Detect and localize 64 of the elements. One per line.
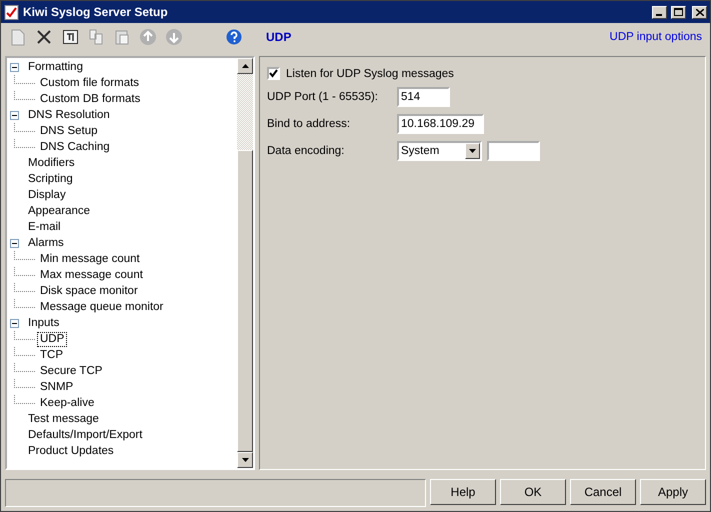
help-icon bbox=[226, 29, 242, 45]
tree-item[interactable]: Product Updates bbox=[25, 444, 117, 458]
close-icon bbox=[696, 8, 704, 16]
dialog-button[interactable]: Help bbox=[430, 479, 496, 505]
checkbox[interactable] bbox=[267, 67, 280, 80]
window-title: Kiwi Syslog Server Setup bbox=[23, 5, 169, 19]
field-label: Data encoding: bbox=[267, 145, 346, 157]
field-label: UDP Port (1 - 65535): bbox=[267, 91, 380, 103]
text-cursor-icon bbox=[62, 30, 78, 44]
scroll-up-button[interactable] bbox=[237, 58, 253, 74]
collapse-icon[interactable] bbox=[10, 238, 19, 248]
delete-icon bbox=[37, 30, 51, 44]
caret-icon bbox=[469, 149, 476, 153]
tree-item[interactable]: Alarms bbox=[25, 236, 67, 250]
tree-item[interactable]: Max message count bbox=[37, 268, 146, 282]
close-button[interactable] bbox=[692, 6, 707, 18]
copy-icon bbox=[89, 29, 103, 45]
checkbox-label: Listen for UDP Syslog messages bbox=[286, 68, 454, 80]
tree-item[interactable]: TCP bbox=[37, 348, 66, 362]
tree-item[interactable]: Keep-alive bbox=[37, 396, 98, 410]
tree-item[interactable]: Test message bbox=[25, 412, 102, 426]
tree-item[interactable]: DNS Setup bbox=[37, 124, 101, 138]
dialog-button[interactable]: Apply bbox=[640, 479, 706, 505]
tree-item[interactable]: DNS Caching bbox=[37, 140, 113, 154]
tree-item[interactable]: DNS Resolution bbox=[25, 108, 113, 122]
tree-item[interactable]: Custom file formats bbox=[37, 76, 142, 90]
field-label: Bind to address: bbox=[267, 118, 352, 130]
app-icon bbox=[4, 4, 19, 20]
tree-item[interactable]: SNMP bbox=[37, 380, 76, 394]
options-link[interactable]: UDP input options bbox=[610, 31, 702, 43]
scrollbar-thumb[interactable] bbox=[237, 150, 253, 452]
document-icon bbox=[11, 28, 25, 46]
tree-item[interactable]: Formatting bbox=[25, 60, 86, 74]
tree-item[interactable]: Scripting bbox=[25, 172, 76, 186]
tree-item[interactable]: Custom DB formats bbox=[37, 92, 144, 106]
tree-item[interactable]: Message queue monitor bbox=[37, 300, 166, 314]
tree-item[interactable]: Secure TCP bbox=[37, 364, 106, 378]
down-triangle-icon bbox=[242, 458, 248, 462]
tree-view[interactable] bbox=[5, 56, 255, 470]
tree-item[interactable]: Display bbox=[25, 188, 69, 202]
input-field[interactable] bbox=[487, 141, 540, 161]
tree-item[interactable]: Defaults/Import/Export bbox=[25, 428, 146, 442]
maximize-icon bbox=[674, 8, 683, 16]
collapse-icon[interactable] bbox=[10, 62, 19, 72]
input-field[interactable]: 514 bbox=[397, 87, 450, 107]
tree-item[interactable]: Disk space monitor bbox=[37, 284, 141, 298]
encoding-dropdown[interactable]: System bbox=[397, 141, 482, 161]
tree-item[interactable]: UDP bbox=[37, 332, 68, 346]
dialog-button[interactable]: Cancel bbox=[570, 479, 636, 505]
tree-item[interactable]: Inputs bbox=[25, 316, 62, 330]
tree-item[interactable]: E-mail bbox=[25, 220, 64, 234]
tree-item[interactable]: Appearance bbox=[25, 204, 94, 218]
minimize-button[interactable] bbox=[652, 6, 667, 18]
paste-icon bbox=[115, 29, 129, 45]
collapse-icon[interactable] bbox=[10, 318, 19, 328]
input-field[interactable]: 10.168.109.29 bbox=[397, 114, 484, 134]
dialog-button[interactable]: OK bbox=[500, 479, 566, 505]
scroll-down-button[interactable] bbox=[237, 452, 253, 468]
tree-item[interactable]: Min message count bbox=[37, 252, 143, 266]
collapse-icon[interactable] bbox=[10, 110, 19, 120]
up-triangle-icon bbox=[242, 64, 248, 68]
panel-title: UDP bbox=[266, 30, 292, 44]
maximize-button[interactable] bbox=[671, 6, 686, 18]
tree-item[interactable]: Modifiers bbox=[25, 156, 78, 170]
